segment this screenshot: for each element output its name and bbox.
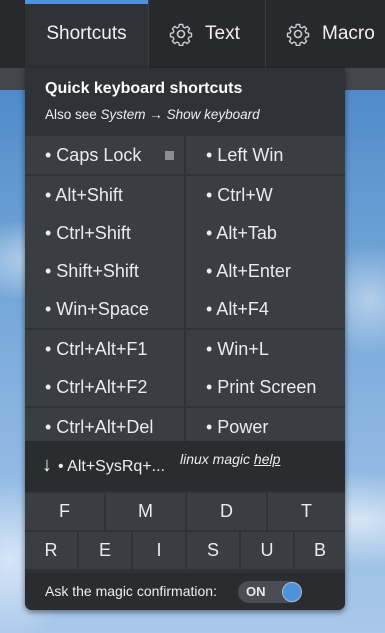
tab-bar: Shortcuts Text Macro: [0, 0, 385, 68]
toggle-knob: [282, 582, 302, 602]
shortcut-label: • Shift+Shift: [45, 260, 139, 281]
shortcut-alt-f4[interactable]: • Alt+F4: [186, 290, 345, 328]
panel-subtitle: Also see System → Show keyboard: [45, 107, 260, 122]
magic-help-link[interactable]: help: [254, 451, 280, 467]
shortcut-label: • Print Screen: [206, 376, 317, 397]
tab-shortcuts[interactable]: Shortcuts: [25, 0, 148, 68]
shortcut-win-l[interactable]: • Win+L: [186, 330, 345, 368]
shortcut-alt-tab[interactable]: • Alt+Tab: [186, 214, 345, 252]
shortcut-label: • Alt+Tab: [206, 222, 277, 243]
shortcuts-panel: Quick keyboard shortcuts Also see System…: [25, 68, 345, 610]
shortcut-ctrl-alt-f1[interactable]: • Ctrl+Alt+F1: [25, 330, 184, 368]
shortcut-ctrl-alt-f2[interactable]: • Ctrl+Alt+F2: [25, 368, 184, 406]
shortcut-ctrl-w[interactable]: • Ctrl+W: [186, 176, 345, 214]
magic-note-text: linux magic: [180, 451, 254, 467]
magic-sysrq-row[interactable]: ↓ • Alt+SysRq+... linux magic help: [25, 441, 345, 491]
magic-confirmation-label: Ask the magic confirmation:: [45, 583, 217, 599]
magic-key-b[interactable]: B: [295, 532, 345, 569]
magic-key-t[interactable]: T: [268, 493, 345, 530]
shortcut-label: • Ctrl+Alt+F1: [45, 338, 148, 359]
shortcut-alt-shift[interactable]: • Alt+Shift: [25, 176, 184, 214]
tab-text-label: Text: [205, 23, 240, 44]
shortcut-label: • Alt+F4: [206, 298, 269, 319]
magic-key-m[interactable]: M: [106, 493, 185, 530]
subtitle-system: System: [100, 107, 146, 122]
shortcut-caps-lock[interactable]: • Caps Lock: [25, 136, 184, 174]
expand-arrow-icon: ↓: [42, 454, 52, 476]
shortcut-label: • Win+L: [206, 338, 269, 359]
magic-confirmation-toggle[interactable]: ON: [238, 581, 302, 603]
shortcut-label: • Power: [206, 416, 269, 437]
panel-title: Quick keyboard shortcuts: [45, 80, 243, 97]
tab-macro[interactable]: Macro: [265, 0, 385, 68]
shortcut-label: • Caps Lock: [45, 144, 142, 165]
caps-lock-indicator: [165, 151, 174, 160]
magic-key-s[interactable]: S: [187, 532, 239, 569]
shortcut-alt-enter[interactable]: • Alt+Enter: [186, 252, 345, 290]
shortcut-label: • Win+Space: [45, 298, 149, 319]
subtitle-arrow: →: [145, 107, 167, 122]
shortcut-label: • Ctrl+Shift: [45, 222, 131, 243]
shortcut-shift-shift[interactable]: • Shift+Shift: [25, 252, 184, 290]
magic-key-i[interactable]: I: [133, 532, 185, 569]
shortcut-label: • Ctrl+W: [206, 184, 273, 205]
shortcut-left-win[interactable]: • Left Win: [186, 136, 345, 174]
gear-icon: [286, 23, 310, 46]
tab-shortcuts-label: Shortcuts: [46, 23, 127, 44]
shortcut-label: • Alt+Shift: [45, 184, 123, 205]
subtitle-show-keyboard: Show keyboard: [166, 107, 260, 122]
magic-note: linux magic help: [180, 451, 280, 467]
magic-key-f[interactable]: F: [25, 493, 104, 530]
magic-key-u[interactable]: U: [241, 532, 293, 569]
magic-confirmation-row: Ask the magic confirmation: ON: [25, 573, 345, 610]
magic-key-e[interactable]: E: [79, 532, 131, 569]
shortcut-ctrl-shift[interactable]: • Ctrl+Shift: [25, 214, 184, 252]
magic-sysrq-label: • Alt+SysRq+...: [58, 458, 165, 475]
panel-header: Quick keyboard shortcuts Also see System…: [25, 68, 345, 136]
shortcut-print-screen[interactable]: • Print Screen: [186, 368, 345, 406]
shortcut-win-space[interactable]: • Win+Space: [25, 290, 184, 328]
shortcut-label: • Ctrl+Alt+Del: [45, 416, 154, 437]
shortcut-label: • Alt+Enter: [206, 260, 291, 281]
magic-key-r[interactable]: R: [25, 532, 77, 569]
tab-text[interactable]: Text: [148, 0, 265, 68]
gear-icon: [169, 23, 193, 46]
shortcut-label: • Left Win: [206, 144, 284, 165]
shortcut-label: • Ctrl+Alt+F2: [45, 376, 148, 397]
toggle-state-label: ON: [246, 584, 266, 599]
magic-key-d[interactable]: D: [187, 493, 266, 530]
tab-macro-label: Macro: [322, 23, 375, 44]
subtitle-prefix: Also see: [45, 107, 101, 122]
